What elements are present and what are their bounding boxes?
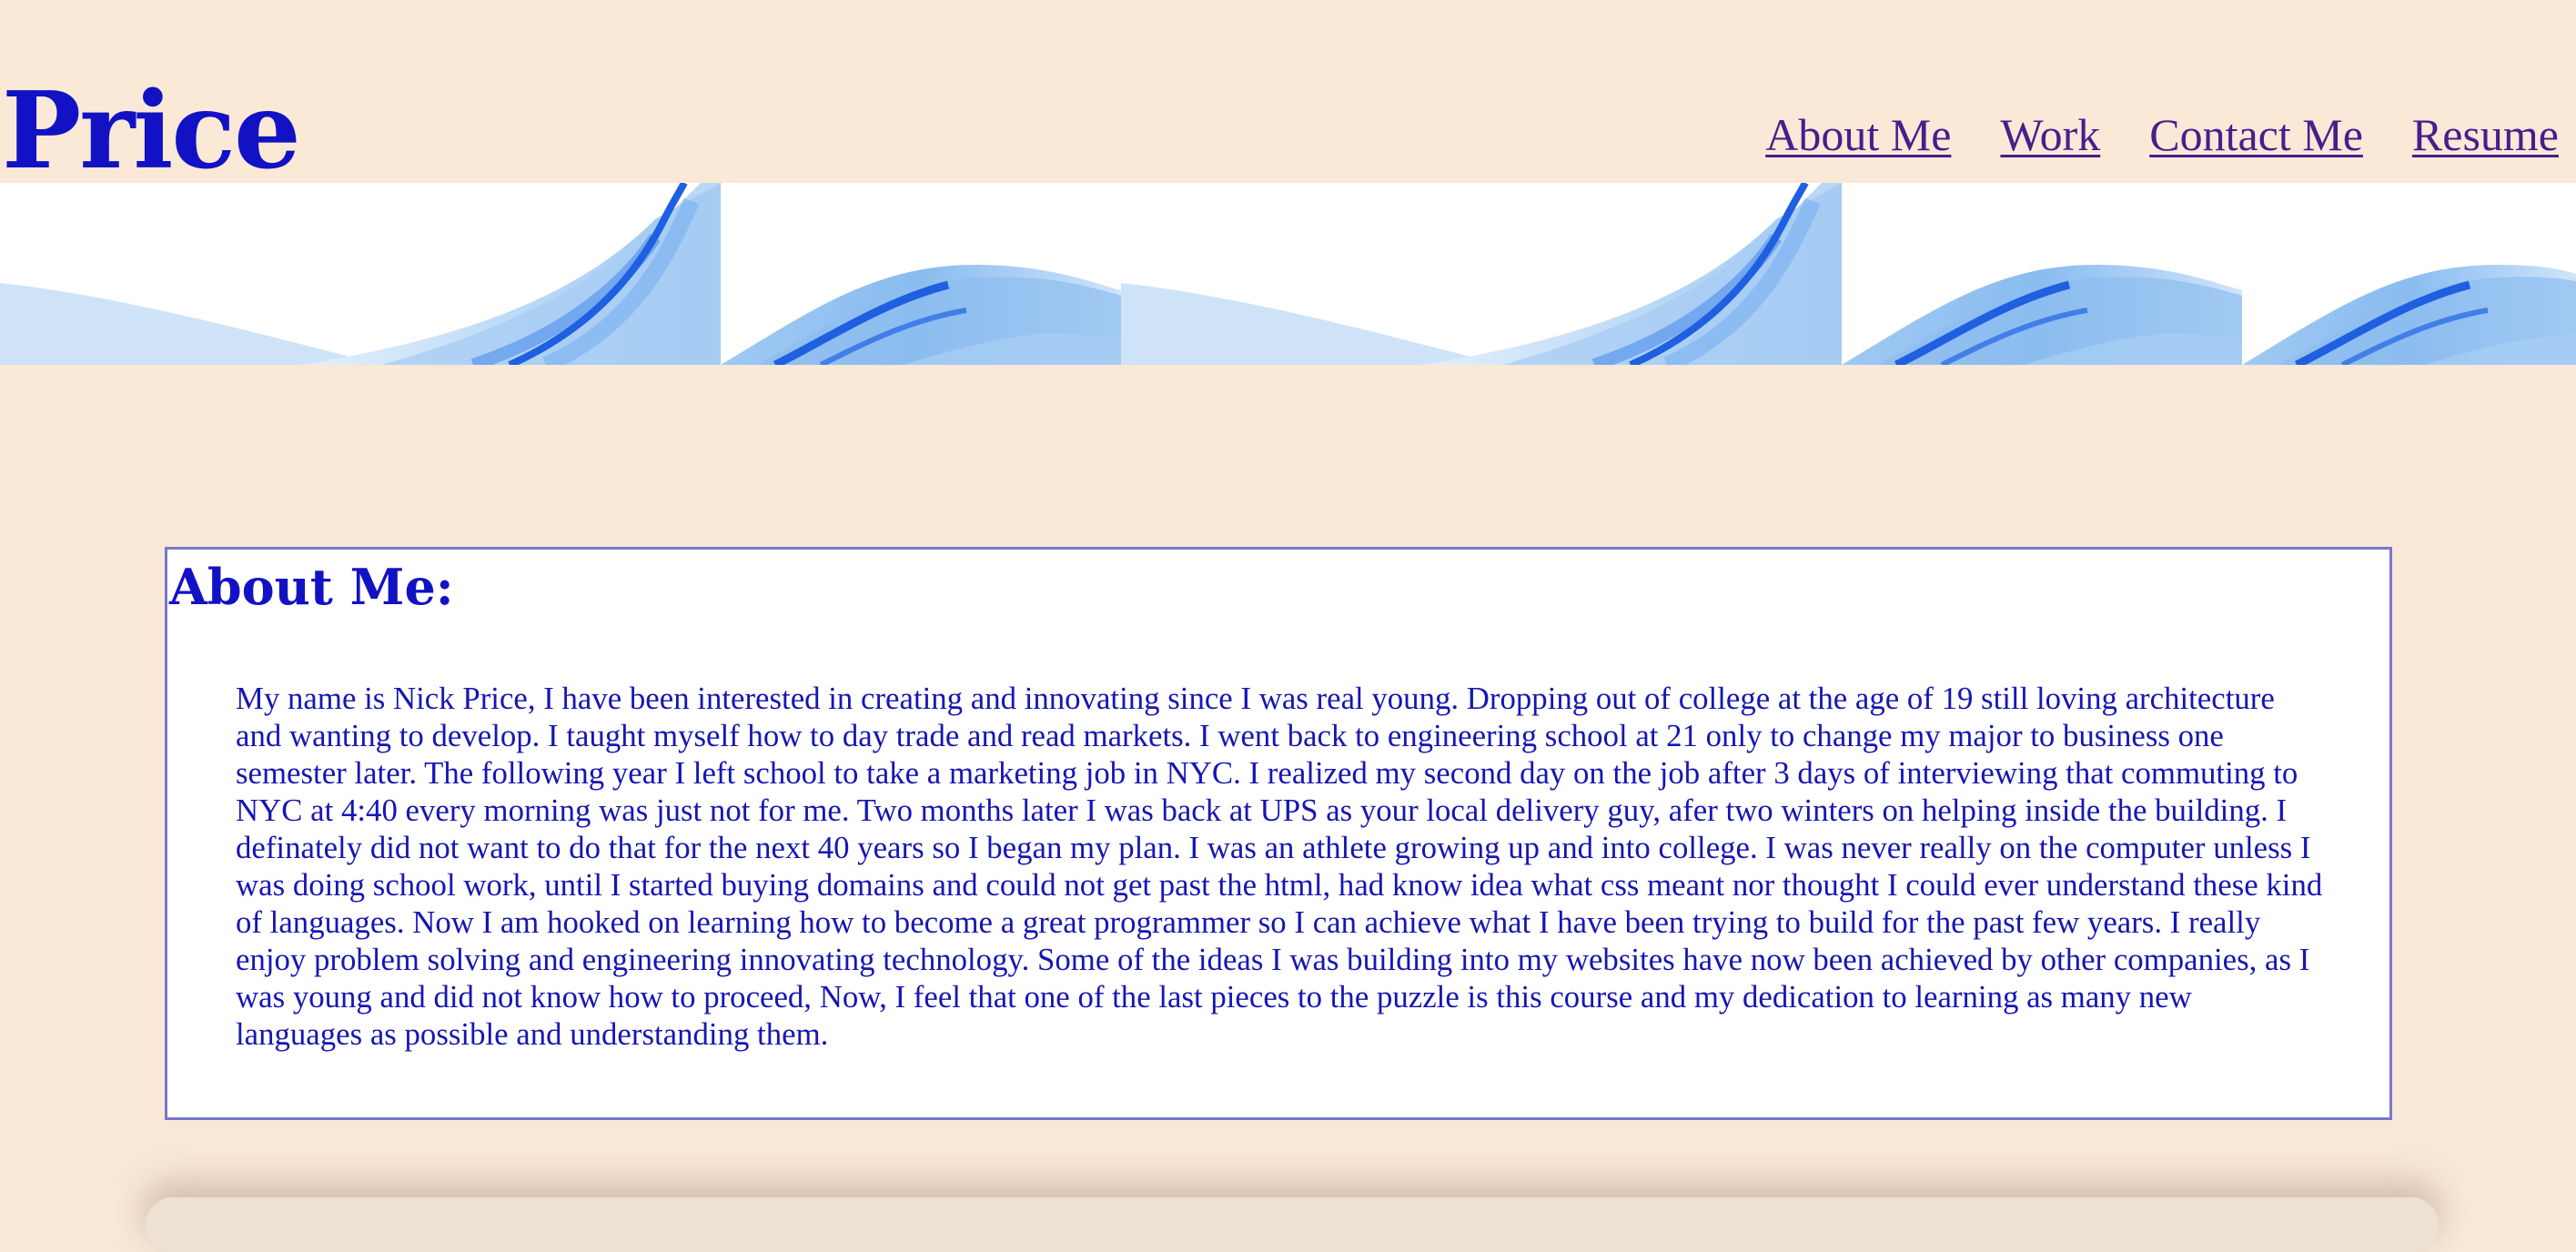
site-title: Price <box>2 69 301 193</box>
about-section: About Me: My name is Nick Price, I have … <box>165 547 2392 1120</box>
main-nav: About Me Work Contact Me Resume <box>1765 107 2559 162</box>
blue-wave-image <box>0 183 2576 365</box>
nav-link-resume[interactable]: Resume <box>2412 107 2559 162</box>
about-body-text: My name is Nick Price, I have been inter… <box>236 681 2323 1052</box>
footer-edge <box>146 1197 2439 1252</box>
about-heading: About Me: <box>169 558 454 616</box>
wave-banner <box>0 183 2576 365</box>
nav-link-work[interactable]: Work <box>2000 107 2100 162</box>
nav-link-contact-me[interactable]: Contact Me <box>2149 107 2363 162</box>
site-header: Price About Me Work Contact Me Resume <box>0 0 2576 193</box>
nav-link-about-me[interactable]: About Me <box>1765 107 1951 162</box>
